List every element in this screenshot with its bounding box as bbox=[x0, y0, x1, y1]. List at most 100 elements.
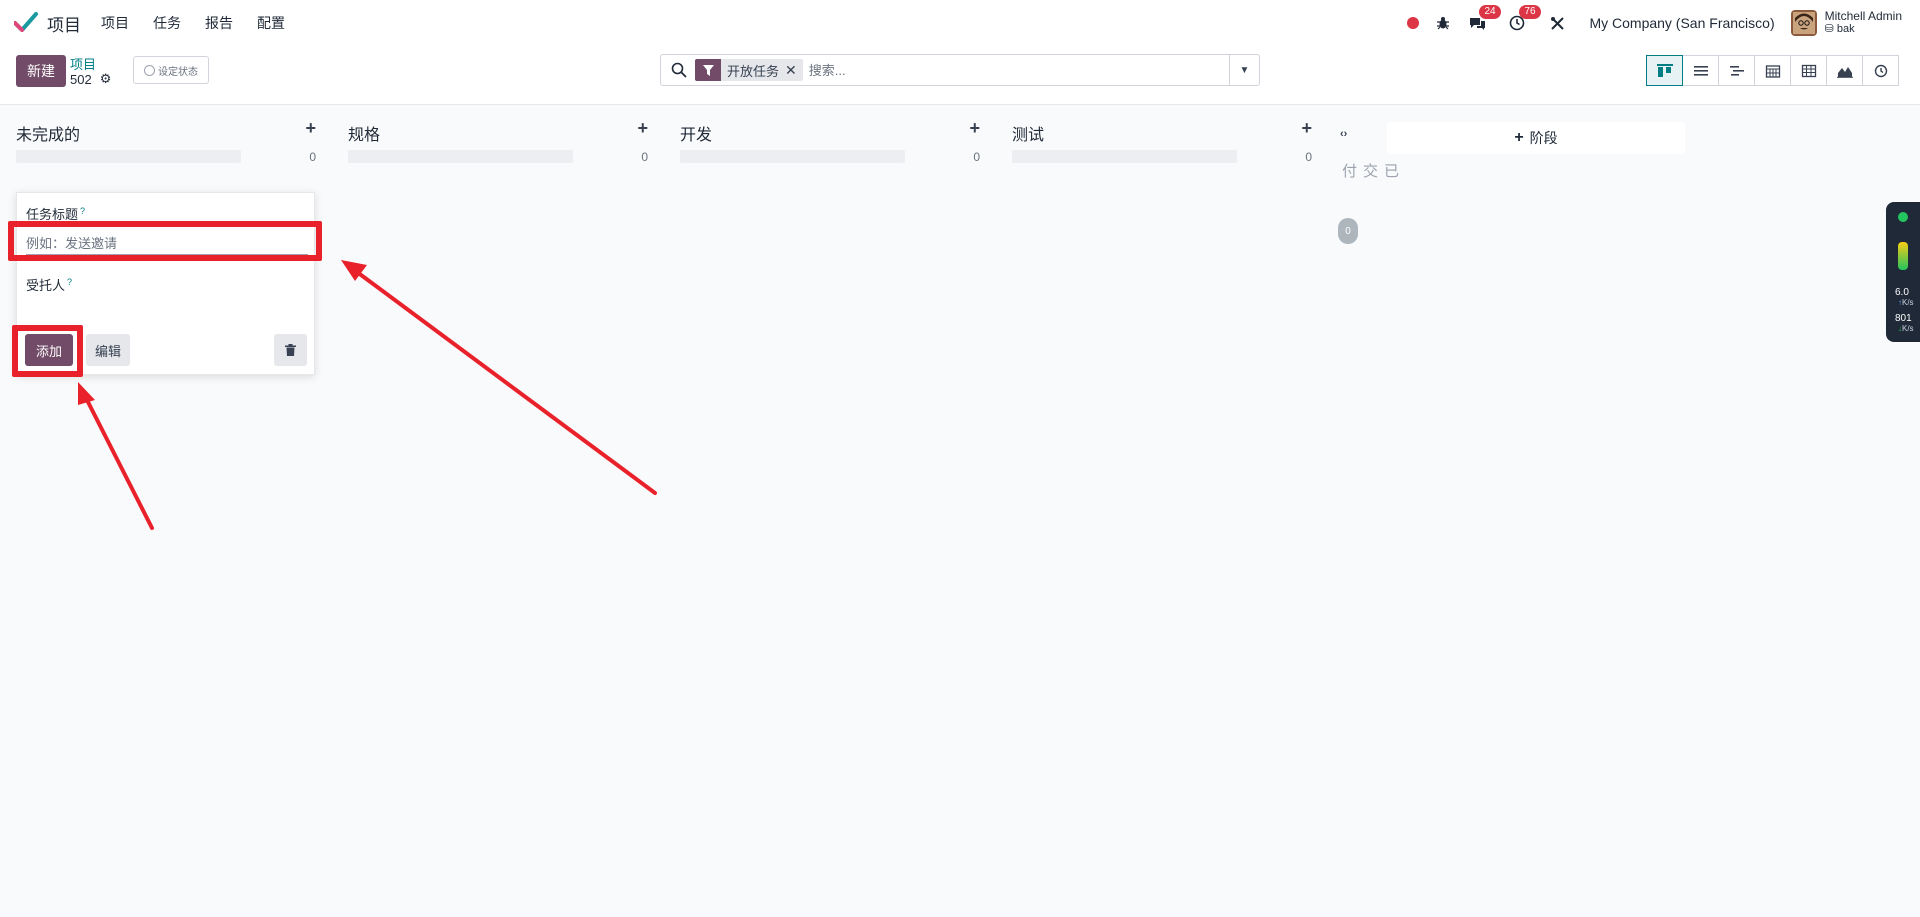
gear-icon[interactable]: ⚙ bbox=[100, 71, 112, 87]
discard-button[interactable] bbox=[274, 334, 307, 366]
main-menu: 项目 任务 报告 配置 bbox=[101, 13, 309, 33]
recording-indicator-icon[interactable] bbox=[1407, 17, 1420, 29]
app-brand[interactable]: 项目 bbox=[14, 11, 81, 36]
task-title-label-text: 任务标题 bbox=[26, 207, 79, 222]
level-bar-icon bbox=[1898, 242, 1908, 270]
search-options-toggle[interactable]: ▼ bbox=[1229, 55, 1259, 85]
kanban-icon bbox=[1656, 63, 1673, 77]
breadcrumb-current: 502 ⚙ bbox=[70, 71, 111, 87]
activity-icon bbox=[1874, 64, 1887, 77]
user-avatar[interactable] bbox=[1790, 10, 1817, 36]
task-title-input[interactable] bbox=[26, 233, 308, 255]
status-circle-icon bbox=[144, 64, 155, 76]
database-icon: ⛁ bbox=[1824, 23, 1834, 35]
column-title[interactable]: 规格 bbox=[348, 121, 380, 145]
bug-icon-glyph bbox=[1437, 17, 1450, 30]
assignee-label: 受托人? bbox=[26, 275, 72, 294]
app-name: 项目 bbox=[47, 15, 81, 35]
assignee-label-text: 受托人 bbox=[26, 278, 66, 293]
add-stage-label: 阶段 bbox=[1529, 130, 1558, 146]
list-view-button[interactable] bbox=[1682, 55, 1719, 86]
column-progress-bar bbox=[1012, 150, 1237, 163]
column-count: 0 bbox=[641, 150, 648, 164]
tools-icon-glyph bbox=[1550, 16, 1564, 30]
search-facet: 开放任务 ✕ bbox=[695, 59, 803, 81]
messages-badge: 24 bbox=[1479, 5, 1501, 19]
folded-column-title: 已交付 bbox=[1340, 163, 1399, 178]
user-menu[interactable]: Mitchell Admin ⛁ bak bbox=[1825, 10, 1902, 36]
calendar-icon bbox=[1765, 64, 1780, 78]
quick-create-plus-icon[interactable]: + bbox=[305, 118, 316, 139]
quick-create-plus-icon[interactable]: + bbox=[969, 118, 980, 139]
gantt-icon bbox=[1729, 65, 1744, 76]
menu-reporting[interactable]: 报告 bbox=[205, 13, 233, 33]
view-switcher bbox=[1646, 55, 1899, 86]
add-stage-button[interactable]: + 阶段 bbox=[1387, 122, 1685, 154]
menu-projects[interactable]: 项目 bbox=[101, 13, 129, 33]
search-icon[interactable] bbox=[671, 62, 687, 78]
project-app-icon bbox=[14, 12, 38, 32]
graph-view-button[interactable] bbox=[1826, 55, 1863, 86]
plus-icon: + bbox=[1514, 129, 1524, 146]
network-monitor-widget[interactable]: 6.0 ↑K/s 801 ↓K/s bbox=[1886, 202, 1920, 342]
quick-create-form: 任务标题? 受托人? 添加 编辑 bbox=[16, 192, 315, 375]
trash-icon bbox=[285, 344, 296, 356]
assignee-help-icon[interactable]: ? bbox=[67, 277, 72, 287]
upload-speed: 6.0 bbox=[1895, 287, 1909, 298]
set-status-label: 设定状态 bbox=[158, 66, 198, 78]
set-status-button[interactable]: 设定状态 bbox=[133, 56, 209, 84]
control-panel: 新建 项目 502 ⚙ 设定状态 开放任务 ✕ ▼ bbox=[0, 46, 1920, 105]
filter-icon bbox=[695, 59, 721, 81]
column-title[interactable]: 测试 bbox=[1012, 121, 1044, 145]
column-progress-bar bbox=[16, 150, 241, 163]
menu-configuration[interactable]: 配置 bbox=[257, 13, 285, 33]
edit-button[interactable]: 编辑 bbox=[86, 334, 130, 366]
download-unit-label: K/s bbox=[1902, 324, 1914, 333]
clock-icon[interactable]: 76 bbox=[1507, 5, 1541, 33]
pivot-icon bbox=[1801, 64, 1816, 77]
calendar-view-button[interactable] bbox=[1754, 55, 1791, 86]
task-title-help-icon[interactable]: ? bbox=[80, 206, 85, 216]
kanban-view-button[interactable] bbox=[1646, 55, 1683, 86]
company-switcher[interactable]: My Company (San Francisco) bbox=[1589, 15, 1774, 31]
user-name: Mitchell Admin bbox=[1824, 9, 1902, 23]
add-button[interactable]: 添加 bbox=[25, 334, 73, 366]
search-bar: 开放任务 ✕ ▼ bbox=[660, 54, 1260, 86]
menu-tasks[interactable]: 任务 bbox=[153, 13, 181, 33]
graph-icon bbox=[1836, 66, 1853, 78]
column-title[interactable]: 未完成的 bbox=[16, 121, 80, 145]
column-title[interactable]: 开发 bbox=[680, 121, 712, 145]
database-name: ⛁ bak bbox=[1825, 23, 1902, 36]
new-button[interactable]: 新建 bbox=[16, 55, 66, 87]
quick-create-plus-icon[interactable]: + bbox=[1301, 118, 1312, 139]
pivot-view-button[interactable] bbox=[1790, 55, 1827, 86]
folded-column-count: 0 bbox=[1338, 218, 1358, 244]
task-title-label: 任务标题? bbox=[26, 204, 85, 223]
activity-view-button[interactable] bbox=[1862, 55, 1899, 86]
search-input[interactable] bbox=[808, 62, 1189, 78]
column-count: 0 bbox=[309, 150, 316, 164]
upload-unit-label: K/s bbox=[1902, 298, 1914, 307]
column-count: 0 bbox=[1305, 150, 1312, 164]
top-navbar: 项目 项目 任务 报告 配置 24 76 My Company (San Fra… bbox=[0, 0, 1920, 46]
remove-facet-icon[interactable]: ✕ bbox=[785, 62, 803, 79]
status-dot-icon bbox=[1898, 212, 1908, 222]
breadcrumb-current-label: 502 bbox=[70, 71, 92, 87]
download-speed: 801 bbox=[1895, 313, 1912, 324]
download-unit: ↓K/s bbox=[1898, 324, 1914, 333]
gantt-view-button[interactable] bbox=[1718, 55, 1755, 86]
facet-label: 开放任务 bbox=[727, 63, 780, 79]
chat-icon[interactable]: 24 bbox=[1467, 5, 1501, 33]
column-progress-bar bbox=[680, 150, 905, 163]
quick-create-plus-icon[interactable]: + bbox=[637, 118, 648, 139]
upload-unit: ↑K/s bbox=[1898, 298, 1914, 307]
unfold-arrows-icon[interactable]: ‹› bbox=[1340, 128, 1347, 140]
bug-icon[interactable] bbox=[1433, 13, 1453, 33]
database-label: bak bbox=[1836, 23, 1855, 35]
column-count: 0 bbox=[973, 150, 980, 164]
systray: 24 76 My Company (San Francisco) Mitchel… bbox=[1407, 0, 1920, 46]
arrow-to-add-button bbox=[78, 382, 154, 530]
column-progress-bar bbox=[348, 150, 573, 163]
arrow-to-title-input bbox=[341, 260, 657, 495]
tools-icon[interactable] bbox=[1547, 13, 1567, 33]
